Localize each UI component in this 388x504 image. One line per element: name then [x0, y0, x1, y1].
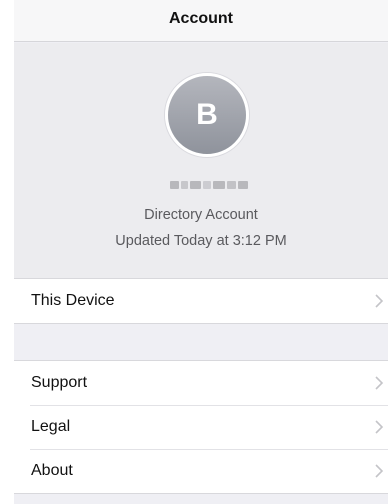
chevron-right-icon — [375, 464, 384, 478]
redacted-username — [165, 179, 252, 191]
chevron-right-icon — [375, 420, 384, 434]
avatar: B — [165, 73, 249, 157]
support-row[interactable]: Support — [14, 361, 388, 405]
section-spacer — [14, 324, 388, 360]
support-label: Support — [31, 374, 88, 391]
page-title: Account — [169, 9, 233, 27]
info-group: Support Legal About — [14, 360, 388, 494]
profile-header: B Directory Account Updated Today at 3:1… — [14, 43, 388, 278]
chevron-right-icon — [375, 376, 384, 390]
about-label: About — [31, 462, 73, 479]
about-row[interactable]: About — [14, 449, 388, 493]
avatar-initial: B — [196, 98, 218, 131]
account-type-label: Directory Account — [144, 207, 258, 223]
chevron-right-icon — [375, 294, 384, 308]
account-screen: Account B Directory Account Updated Toda… — [14, 0, 388, 504]
legal-row[interactable]: Legal — [14, 405, 388, 449]
device-group: This Device — [14, 278, 388, 324]
navigation-bar: Account — [14, 0, 388, 42]
legal-label: Legal — [31, 418, 71, 435]
updated-timestamp: Updated Today at 3:12 PM — [115, 233, 287, 249]
this-device-row[interactable]: This Device — [14, 279, 388, 323]
this-device-label: This Device — [31, 292, 115, 309]
